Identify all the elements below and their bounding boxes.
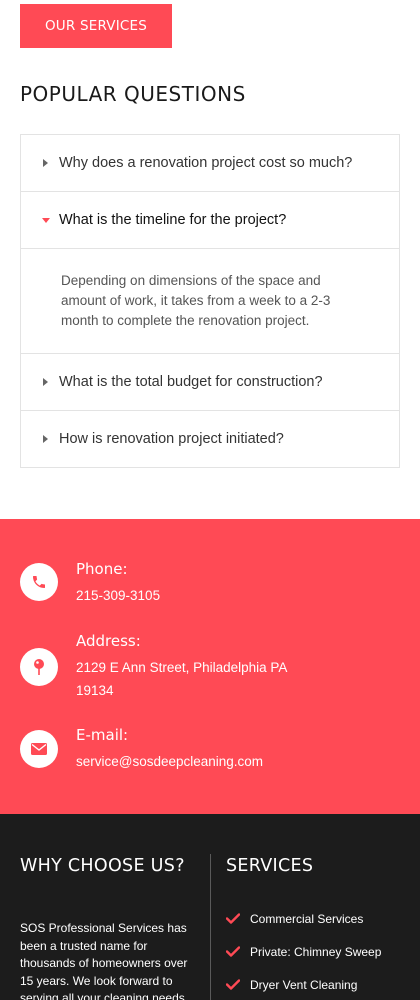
email-value[interactable]: service@sosdeepcleaning.com xyxy=(76,750,326,773)
phone-icon xyxy=(20,563,58,601)
map-pin-icon xyxy=(20,648,58,686)
caret-right-icon xyxy=(43,435,48,443)
faq-answer: Depending on dimensions of the space and… xyxy=(21,248,399,353)
faq-item: How is renovation project initiated? xyxy=(21,411,399,467)
faq-item: What is the total budget for constructio… xyxy=(21,354,399,411)
faq-question: What is the timeline for the project? xyxy=(59,212,287,228)
service-link[interactable]: Dryer Vent Cleaning xyxy=(226,968,416,1000)
phone-value[interactable]: 215-309-3105 xyxy=(76,584,326,607)
service-label: Dryer Vent Cleaning xyxy=(250,977,358,992)
service-label: Commercial Services xyxy=(250,911,364,926)
footer-divider xyxy=(210,854,211,1000)
faq-question: What is the total budget for constructio… xyxy=(59,374,323,390)
address-label: Address: xyxy=(76,632,141,650)
checkmark-icon xyxy=(226,979,240,990)
service-link[interactable]: Private: Chimney Sweep xyxy=(226,935,416,968)
faq-question-toggle[interactable]: How is renovation project initiated? xyxy=(21,411,399,467)
our-services-button[interactable]: OUR SERVICES xyxy=(20,4,172,48)
checkmark-icon xyxy=(226,913,240,924)
why-choose-us-text: SOS Professional Services has been a tru… xyxy=(20,921,188,1000)
services-list: Commercial Services Private: Chimney Swe… xyxy=(226,902,416,1000)
faq-accordion: Why does a renovation project cost so mu… xyxy=(20,134,400,468)
contact-section: Phone: 215-309-3105 Address: 2129 E Ann … xyxy=(0,519,420,814)
caret-down-icon xyxy=(42,217,50,223)
email-label: E-mail: xyxy=(76,726,129,744)
service-label: Private: Chimney Sweep xyxy=(250,944,382,959)
faq-item: What is the timeline for the project? De… xyxy=(21,192,399,354)
faq-title: POPULAR QUESTIONS xyxy=(20,82,246,106)
faq-question: Why does a renovation project cost so mu… xyxy=(59,155,353,171)
checkmark-icon xyxy=(226,946,240,957)
faq-item: Why does a renovation project cost so mu… xyxy=(21,135,399,192)
address-value: 2129 E Ann Street, Philadelphia PA 19134 xyxy=(76,660,287,698)
service-link[interactable]: Commercial Services xyxy=(226,902,416,935)
faq-question-toggle[interactable]: What is the total budget for constructio… xyxy=(21,354,399,410)
faq-question-toggle[interactable]: What is the timeline for the project? xyxy=(21,192,399,248)
caret-right-icon xyxy=(43,159,48,167)
caret-right-icon xyxy=(43,378,48,386)
footer: WHY CHOOSE US? SOS Professional Services… xyxy=(0,814,420,1000)
services-title: SERVICES xyxy=(226,856,314,876)
faq-question-toggle[interactable]: Why does a renovation project cost so mu… xyxy=(21,135,399,191)
faq-question: How is renovation project initiated? xyxy=(59,431,284,447)
phone-label: Phone: xyxy=(76,560,128,578)
envelope-icon xyxy=(20,730,58,768)
why-choose-us-title: WHY CHOOSE US? xyxy=(20,856,185,876)
